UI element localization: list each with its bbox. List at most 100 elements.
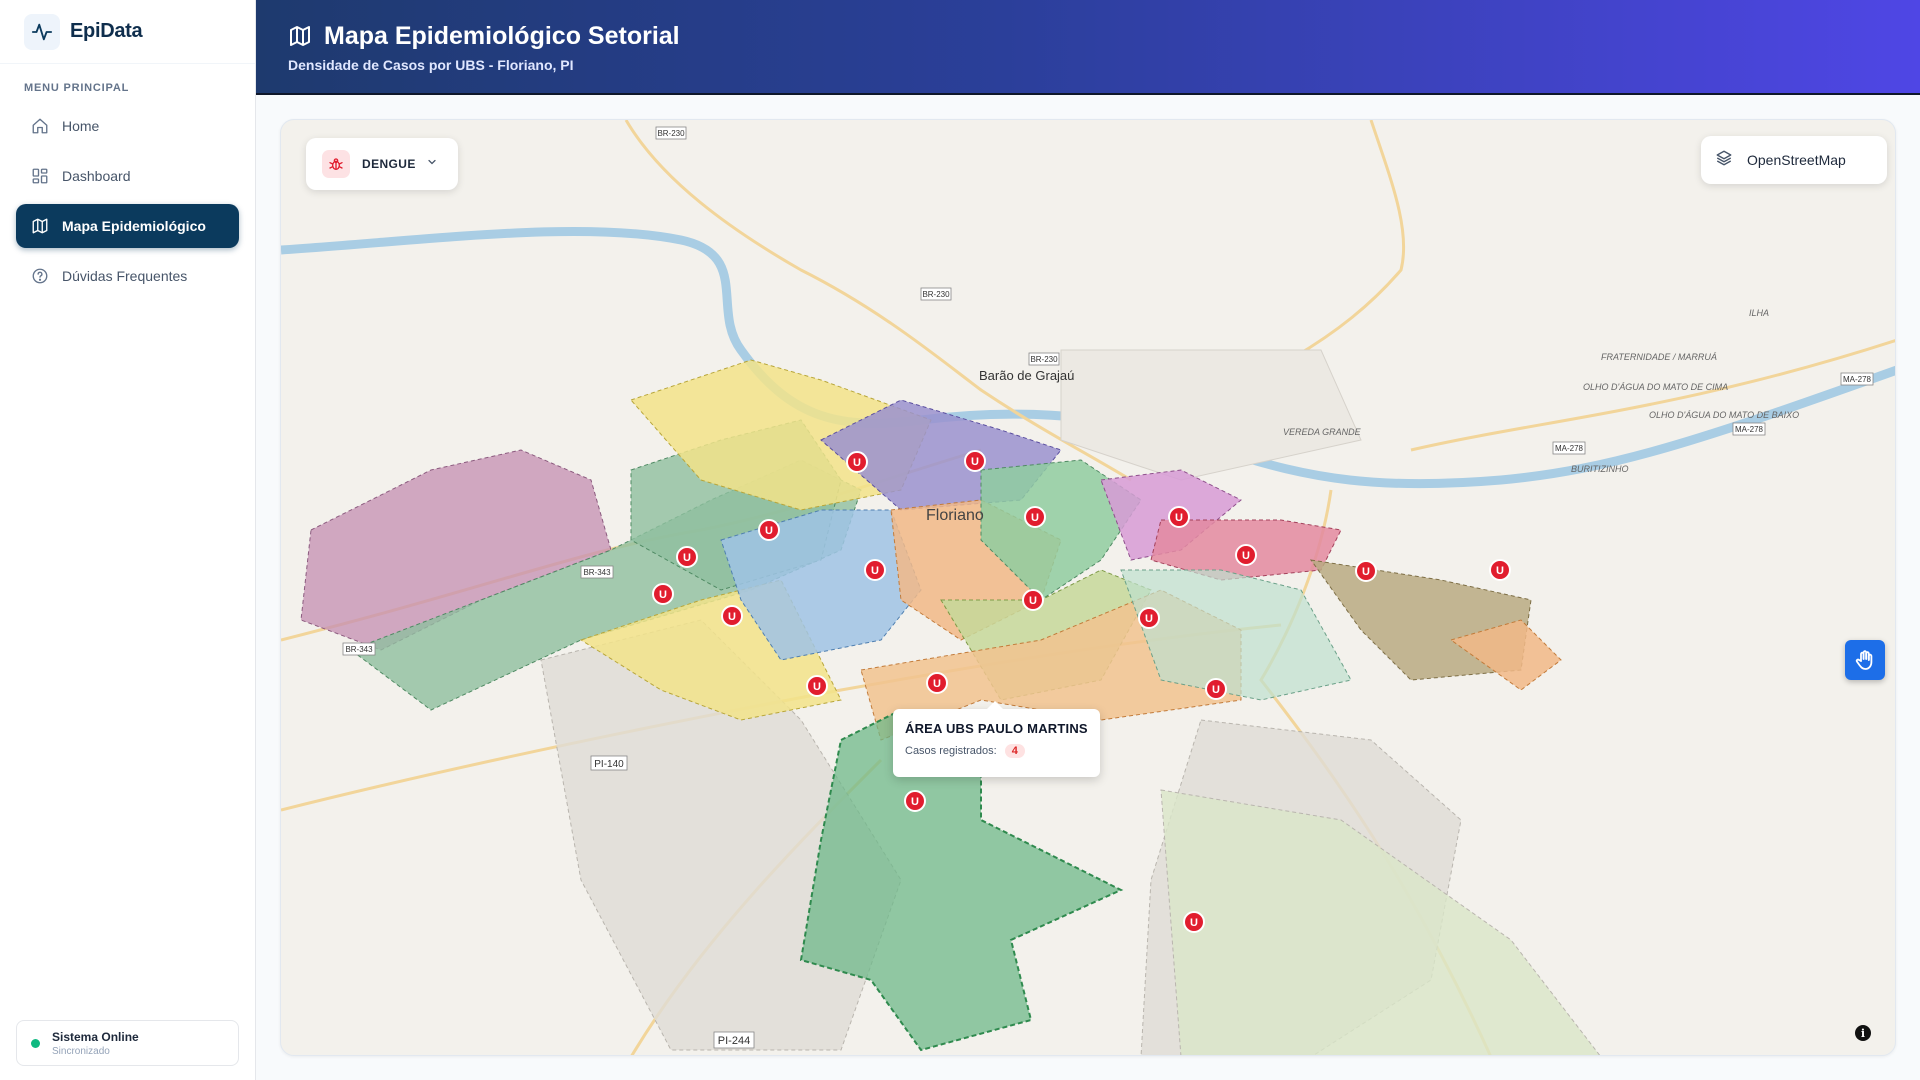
road-shield: MA-278: [1732, 422, 1766, 436]
ubs-marker[interactable]: U: [926, 672, 948, 694]
nav-item-label: Dashboard: [62, 168, 131, 184]
svg-text:BR-230: BR-230: [1030, 355, 1058, 364]
map-icon: [288, 24, 314, 50]
status-title: Sistema Online: [52, 1029, 139, 1044]
road-shield: PI-244: [713, 1031, 755, 1049]
tooltip-cases-badge: 4: [1004, 744, 1025, 758]
accessibility-libras-button[interactable]: [1845, 640, 1885, 680]
ubs-marker[interactable]: U: [1355, 560, 1377, 582]
svg-text:U: U: [728, 611, 736, 623]
road-shield: MA-278: [1840, 372, 1874, 386]
help-circle-icon: [30, 266, 50, 286]
brand-name: EpiData: [70, 20, 143, 42]
svg-text:U: U: [659, 589, 667, 601]
svg-text:U: U: [1242, 550, 1250, 562]
disease-select-value: DENGUE: [362, 157, 416, 171]
svg-text:U: U: [971, 456, 979, 468]
tooltip-cases-label: Casos registrados:: [905, 745, 997, 757]
ubs-marker[interactable]: U: [1022, 589, 1044, 611]
nav-item-home[interactable]: Home: [16, 104, 239, 148]
road-shield: MA-278: [1552, 441, 1586, 455]
urban-area: [1060, 349, 1362, 481]
nav-item-label: Home: [62, 118, 100, 134]
main-nav: Home Dashboard Mapa Epidemiológico Dúvid…: [0, 104, 255, 298]
map-attribution-info-icon[interactable]: i: [1855, 1025, 1871, 1041]
svg-text:U: U: [853, 457, 861, 469]
online-status-dot: [31, 1038, 40, 1048]
svg-text:U: U: [1362, 566, 1370, 578]
page-title: Mapa Epidemiológico Setorial: [324, 22, 680, 50]
system-status-card: Sistema Online Sincronizado: [16, 1020, 239, 1066]
svg-text:U: U: [1029, 595, 1037, 607]
svg-text:U: U: [813, 681, 821, 693]
road-shield: BR-343: [342, 642, 376, 656]
svg-text:U: U: [765, 525, 773, 537]
ubs-marker[interactable]: U: [964, 450, 986, 472]
map-icon: [30, 216, 50, 236]
map-canvas[interactable]: Barão de Grajaú Floriano ILHA FRATERNIDA…: [281, 120, 1896, 1056]
svg-text:MA-278: MA-278: [1555, 444, 1584, 453]
activity-pulse-icon: [24, 13, 60, 50]
ubs-marker[interactable]: U: [806, 675, 828, 697]
bug-icon: [322, 150, 350, 178]
road-shield: BR-230: [920, 287, 952, 301]
brand[interactable]: EpiData: [0, 0, 255, 64]
city-label-floriano: Floriano: [926, 507, 984, 524]
epidemiological-map[interactable]: Barão de Grajaú Floriano ILHA FRATERNIDA…: [280, 119, 1896, 1056]
place-label: FRATERNIDADE / MARRUÁ: [1601, 352, 1717, 362]
svg-text:U: U: [1496, 565, 1504, 577]
svg-text:U: U: [1175, 512, 1183, 524]
ubs-marker[interactable]: U: [1235, 544, 1257, 566]
svg-text:BR-230: BR-230: [657, 129, 685, 138]
city-label-barao: Barão de Grajaú: [979, 368, 1074, 383]
place-label: OLHO D'ÁGUA DO MATO DE BAIXO: [1649, 410, 1799, 420]
nav-item-duvidas-frequentes[interactable]: Dúvidas Frequentes: [16, 254, 239, 298]
disease-select[interactable]: DENGUE: [306, 138, 458, 190]
svg-text:U: U: [933, 678, 941, 690]
menu-section-label: MENU PRINCIPAL: [24, 82, 130, 94]
svg-text:PI-244: PI-244: [718, 1035, 750, 1047]
nav-item-mapa-epidemiologico[interactable]: Mapa Epidemiológico: [16, 204, 239, 248]
ubs-marker[interactable]: U: [652, 583, 674, 605]
ubs-marker[interactable]: U: [1168, 506, 1190, 528]
page-header: Mapa Epidemiológico Setorial Densidade d…: [256, 0, 1920, 95]
svg-text:U: U: [683, 552, 691, 564]
svg-text:U: U: [911, 796, 919, 808]
ubs-marker[interactable]: U: [864, 559, 886, 581]
map-layer-button[interactable]: OpenStreetMap: [1701, 136, 1887, 184]
status-subtitle: Sincronizado: [52, 1045, 110, 1057]
svg-text:MA-278: MA-278: [1843, 375, 1872, 384]
road-shield: BR-230: [1028, 352, 1060, 366]
ubs-marker[interactable]: U: [676, 546, 698, 568]
page-subtitle: Densidade de Casos por UBS - Floriano, P…: [288, 57, 574, 73]
ubs-marker[interactable]: U: [721, 605, 743, 627]
place-label: VEREDA GRANDE: [1283, 427, 1362, 437]
nav-item-label: Mapa Epidemiológico: [62, 218, 206, 234]
ubs-marker[interactable]: U: [1024, 506, 1046, 528]
nav-item-dashboard[interactable]: Dashboard: [16, 154, 239, 198]
svg-text:PI-140: PI-140: [594, 759, 624, 770]
svg-text:BR-343: BR-343: [345, 645, 373, 654]
home-icon: [30, 116, 50, 136]
road-shield: BR-230: [655, 126, 687, 140]
ubs-marker[interactable]: U: [1138, 607, 1160, 629]
ubs-marker[interactable]: U: [1489, 559, 1511, 581]
place-label: OLHO D'ÁGUA DO MATO DE CIMA: [1583, 382, 1728, 392]
ubs-marker[interactable]: U: [1183, 911, 1205, 933]
ubs-marker[interactable]: U: [904, 790, 926, 812]
tooltip-title: ÁREA UBS PAULO MARTINS: [905, 721, 1088, 736]
layers-icon: [1715, 149, 1733, 172]
ubs-marker[interactable]: U: [1205, 678, 1227, 700]
dashboard-grid-icon: [30, 166, 50, 186]
ubs-marker[interactable]: U: [758, 519, 780, 541]
place-label: BURITIZINHO: [1571, 464, 1629, 474]
nav-item-label: Dúvidas Frequentes: [62, 268, 188, 284]
ubs-marker[interactable]: U: [846, 451, 868, 473]
svg-text:U: U: [1031, 512, 1039, 524]
sidebar: EpiData MENU PRINCIPAL Home Dashboard Ma…: [0, 0, 256, 1080]
svg-text:BR-343: BR-343: [583, 568, 611, 577]
svg-text:U: U: [1212, 684, 1220, 696]
map-layer-label: OpenStreetMap: [1747, 152, 1846, 168]
hand-sign-icon: [1855, 650, 1873, 670]
road-shield: PI-140: [590, 755, 628, 771]
